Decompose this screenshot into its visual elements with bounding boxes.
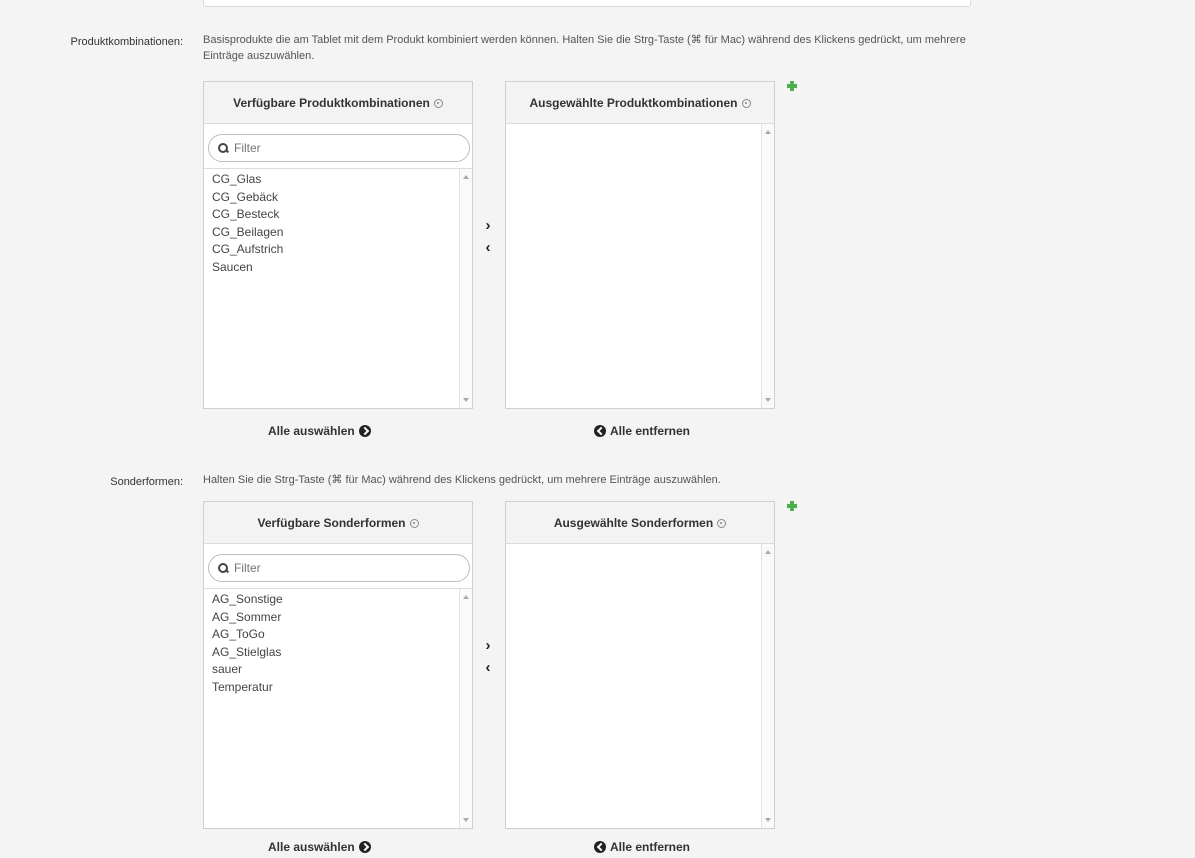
produktkombinationen-filter-input[interactable] xyxy=(234,141,434,155)
move-right-button[interactable]: › xyxy=(481,635,495,657)
help-text-line-2: Einträge auszuwählen. xyxy=(203,50,315,62)
selected-produktkombinationen-box: Ausgewählte Produktkombinationen xyxy=(505,81,775,409)
info-icon[interactable] xyxy=(433,99,443,108)
remove-all-sonderformen-button[interactable]: Alle entfernen xyxy=(590,840,690,854)
sonderformen-help-text: Halten Sie die Strg-Taste (⌘ für Mac) wä… xyxy=(203,472,1195,488)
selected-produktkombinationen-list[interactable] xyxy=(506,124,774,408)
available-produktkombinationen-title: Verfügbare Produktkombinationen xyxy=(233,95,430,110)
produktkombinationen-move-buttons: › ‹ xyxy=(481,215,495,259)
selected-sonderformen-list[interactable] xyxy=(506,544,774,828)
list-items xyxy=(506,544,774,548)
produktkombinationen-help-text: Basisprodukte die am Tablet mit dem Prod… xyxy=(203,32,1195,64)
list-item[interactable]: CG_Beilagen xyxy=(212,224,464,242)
sonderformen-move-buttons: › ‹ xyxy=(481,635,495,679)
scroll-down-icon[interactable] xyxy=(765,818,771,822)
select-all-produktkombinationen-button[interactable]: Alle auswählen xyxy=(268,424,375,438)
list-scrollbar[interactable] xyxy=(761,544,774,828)
list-item[interactable]: CG_Glas xyxy=(212,171,464,189)
list-items xyxy=(506,124,774,128)
scroll-up-icon[interactable] xyxy=(765,130,771,134)
list-item[interactable]: AG_ToGo xyxy=(212,626,464,644)
select-all-sonderformen-button[interactable]: Alle auswählen xyxy=(268,840,375,854)
select-all-label: Alle auswählen xyxy=(268,424,355,438)
search-icon xyxy=(218,562,229,574)
help-text-line-1: Halten Sie die Strg-Taste (⌘ für Mac) wä… xyxy=(203,474,721,486)
circle-arrow-right-icon xyxy=(358,425,371,437)
move-left-button[interactable]: ‹ xyxy=(481,237,495,259)
circle-arrow-left-icon xyxy=(594,841,606,853)
scroll-up-icon[interactable] xyxy=(765,550,771,554)
scroll-up-icon[interactable] xyxy=(463,175,469,179)
list-item[interactable]: AG_Stielglas xyxy=(212,644,464,662)
produktkombinationen-filter[interactable] xyxy=(208,134,470,162)
filter-wrapper xyxy=(204,544,472,589)
available-produktkombinationen-header: Verfügbare Produktkombinationen xyxy=(204,82,472,124)
info-icon[interactable] xyxy=(409,519,419,528)
available-sonderformen-list[interactable]: AG_Sonstige AG_Sommer AG_ToGo AG_Stielglas s… xyxy=(204,589,472,828)
help-text-line-1: Basisprodukte die am Tablet mit dem Prod… xyxy=(203,34,966,46)
list-item[interactable]: AG_Sonstige xyxy=(212,591,464,609)
scroll-down-icon[interactable] xyxy=(463,398,469,402)
circle-arrow-left-icon xyxy=(594,425,606,437)
selected-produktkombinationen-title: Ausgewählte Produktkombinationen xyxy=(529,95,738,110)
produktkombinationen-label: Produktkombinationen: xyxy=(70,36,183,48)
list-item[interactable]: Temperatur xyxy=(212,679,464,697)
circle-arrow-right-icon xyxy=(358,841,371,853)
selected-produktkombinationen-header: Ausgewählte Produktkombinationen xyxy=(506,82,774,124)
sonderformen-filter[interactable] xyxy=(208,554,470,582)
search-icon xyxy=(218,142,229,154)
previous-field-input[interactable] xyxy=(203,0,971,7)
sonderformen-filter-input[interactable] xyxy=(234,561,434,575)
list-item[interactable]: AG_Sommer xyxy=(212,609,464,627)
add-produktkombination-icon[interactable] xyxy=(787,81,797,91)
list-scrollbar[interactable] xyxy=(459,169,472,408)
available-produktkombinationen-list[interactable]: CG_Glas CG_Gebäck CG_Besteck CG_Beilagen CG_… xyxy=(204,169,472,408)
selected-sonderformen-title: Ausgewählte Sonderformen xyxy=(553,515,714,530)
available-sonderformen-box: Verfügbare Sonderformen AG_SonstigeAG_So… xyxy=(203,501,473,829)
available-sonderformen-title: Verfügbare Sonderformen xyxy=(257,515,406,530)
select-all-label: Alle auswählen xyxy=(268,840,355,854)
available-produktkombinationen-box: Verfügbare Produktkombinationen CG_GlasC… xyxy=(203,81,473,409)
scroll-down-icon[interactable] xyxy=(765,398,771,402)
list-scrollbar[interactable] xyxy=(761,124,774,408)
list-scrollbar[interactable] xyxy=(459,589,472,828)
list-item[interactable]: sauer xyxy=(212,661,464,679)
list-item[interactable]: CG_Gebäck xyxy=(212,189,464,207)
remove-all-label: Alle entfernen xyxy=(610,424,691,438)
sonderformen-label: Sonderformen: xyxy=(110,476,183,488)
remove-all-produktkombinationen-button[interactable]: Alle entfernen xyxy=(590,424,690,438)
list-items: AG_Sonstige AG_Sommer AG_ToGo AG_Stielglas s… xyxy=(204,589,472,699)
available-sonderformen-header: Verfügbare Sonderformen xyxy=(204,502,472,544)
filter-wrapper xyxy=(204,124,472,169)
selected-sonderformen-header: Ausgewählte Sonderformen xyxy=(506,502,774,544)
move-left-button[interactable]: ‹ xyxy=(481,657,495,679)
remove-all-label: Alle entfernen xyxy=(610,840,691,854)
add-sonderform-icon[interactable] xyxy=(787,501,797,511)
info-icon[interactable] xyxy=(717,519,727,528)
list-item[interactable]: CG_Aufstrich xyxy=(212,241,464,259)
scroll-up-icon[interactable] xyxy=(463,595,469,599)
move-right-button[interactable]: › xyxy=(481,215,495,237)
list-item[interactable]: Saucen xyxy=(212,259,464,277)
scroll-down-icon[interactable] xyxy=(463,818,469,822)
selected-sonderformen-box: Ausgewählte Sonderformen xyxy=(505,501,775,829)
list-item[interactable]: CG_Besteck xyxy=(212,206,464,224)
list-items: CG_Glas CG_Gebäck CG_Besteck CG_Beilagen CG_… xyxy=(204,169,472,279)
info-icon[interactable] xyxy=(741,99,751,108)
